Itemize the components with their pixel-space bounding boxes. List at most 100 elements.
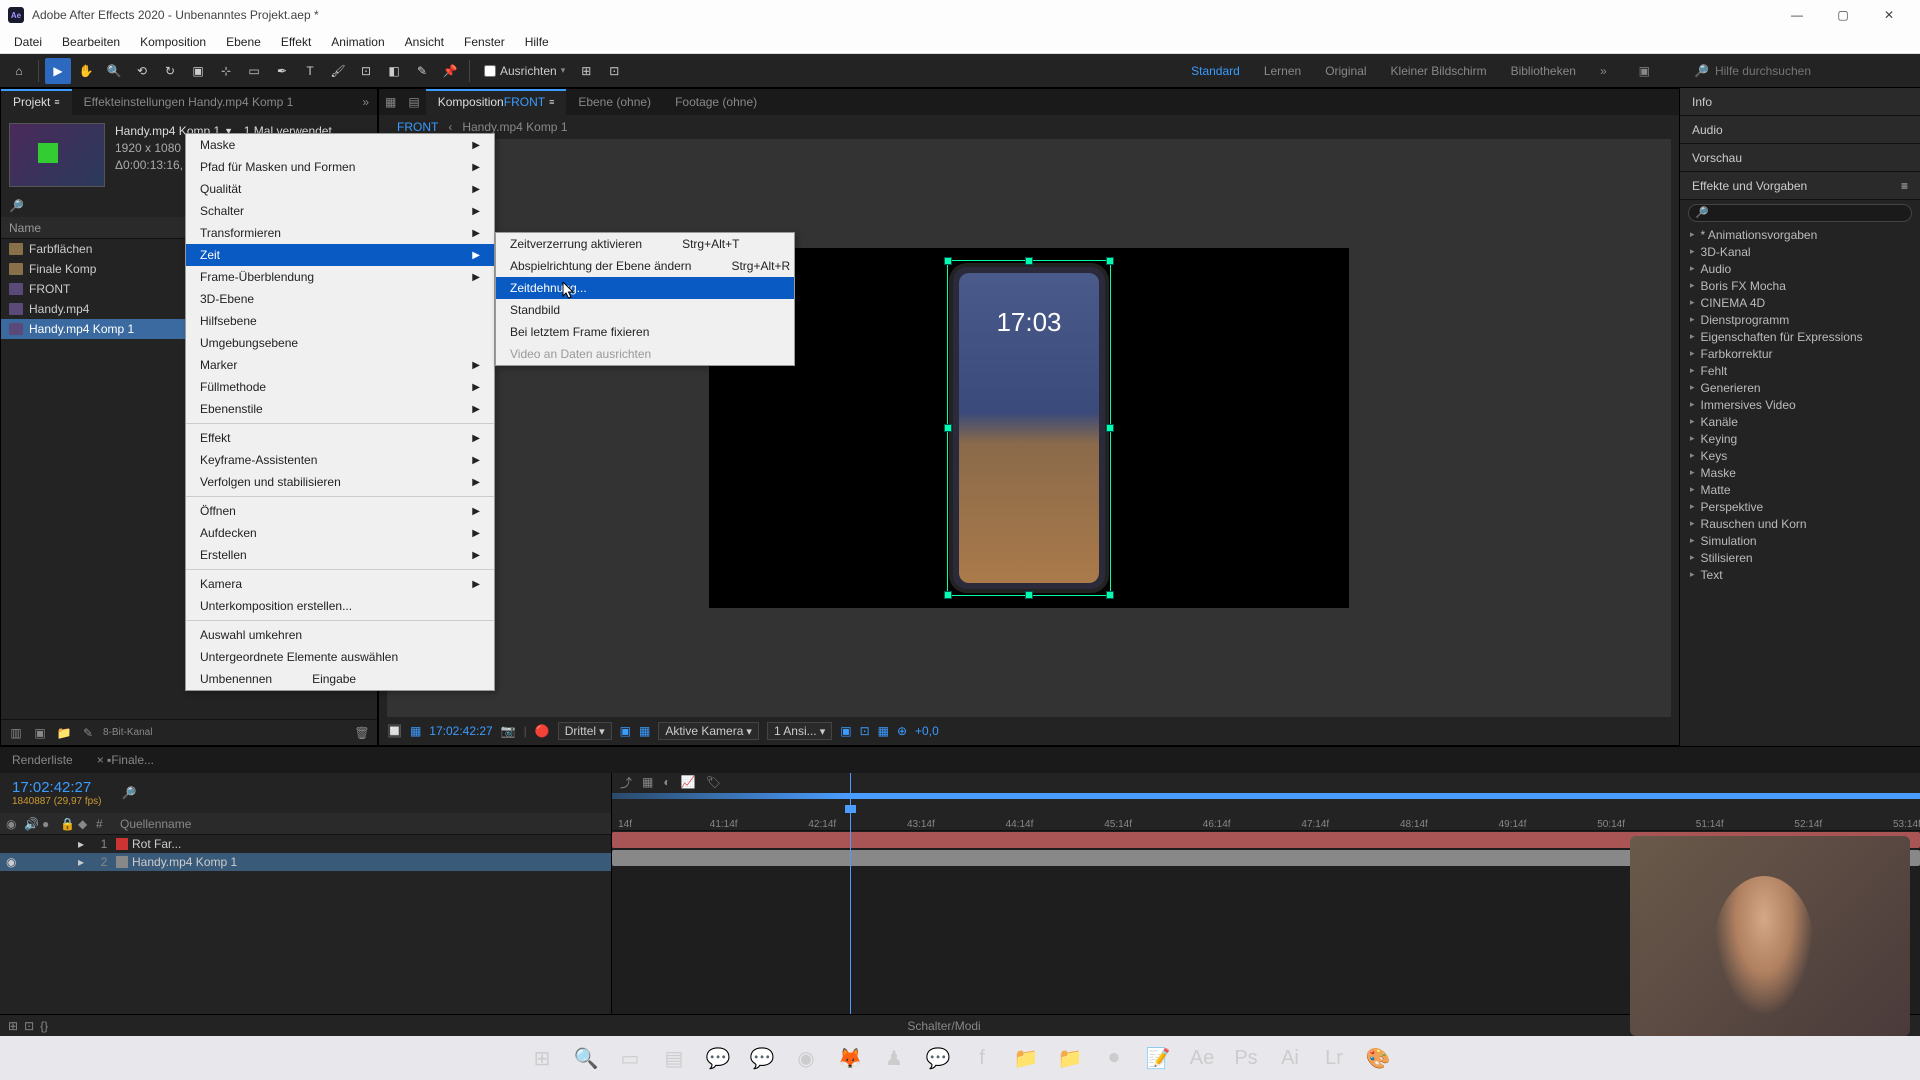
taskbar-app-icon[interactable]: 🦊 (830, 1038, 870, 1078)
menu-item[interactable]: Aufdecken▶ (186, 522, 494, 544)
maximize-button[interactable]: ▢ (1820, 0, 1866, 30)
workspace-standard[interactable]: Standard (1191, 64, 1240, 78)
stamp-tool-icon[interactable]: ⊡ (353, 58, 379, 84)
effect-category[interactable]: ▸Keying (1680, 430, 1920, 447)
tag-icon[interactable]: 🏷 (706, 775, 721, 789)
menu-item[interactable]: Öffnen▶ (186, 500, 494, 522)
menu-item[interactable]: Transformieren▶ (186, 222, 494, 244)
taskbar-app-icon[interactable]: 💬 (742, 1038, 782, 1078)
zoom-tool-icon[interactable]: 🔍 (101, 58, 127, 84)
tab-footage[interactable]: Footage (ohne) (663, 89, 769, 115)
taskbar-app-icon[interactable]: 📁 (1006, 1038, 1046, 1078)
effect-category[interactable]: ▸Keys (1680, 447, 1920, 464)
taskbar-app-icon[interactable]: ♟ (874, 1038, 914, 1078)
panel-tab-vorschau[interactable]: Vorschau (1680, 144, 1920, 172)
effect-category[interactable]: ▸3D-Kanal (1680, 243, 1920, 260)
menu-hilfe[interactable]: Hilfe (515, 35, 559, 49)
trash-icon[interactable]: 🗑 (353, 724, 371, 742)
taskbar-app-icon[interactable]: Lr (1314, 1038, 1354, 1078)
taskbar-app-icon[interactable]: ◉ (786, 1038, 826, 1078)
menu-item[interactable]: Ebenenstile▶ (186, 398, 494, 420)
guides-icon[interactable]: ▣ (840, 724, 851, 738)
anchor-tool-icon[interactable]: ⊹ (213, 58, 239, 84)
effect-category[interactable]: ▸Kanäle (1680, 413, 1920, 430)
playhead[interactable] (850, 773, 851, 1014)
effect-category[interactable]: ▸Simulation (1680, 532, 1920, 549)
effect-category[interactable]: ▸Text (1680, 566, 1920, 583)
menu-animation[interactable]: Animation (321, 35, 394, 49)
effect-category[interactable]: ▸CINEMA 4D (1680, 294, 1920, 311)
menu-item[interactable]: 3D-Ebene (186, 288, 494, 310)
submenu-item[interactable]: Standbild (496, 299, 794, 321)
col-source[interactable]: Quellenname (120, 817, 605, 831)
taskbar-app-icon[interactable]: 🎨 (1358, 1038, 1398, 1078)
snapshot-icon[interactable]: 📷 (501, 724, 516, 738)
pen-tool-icon[interactable]: ✒ (269, 58, 295, 84)
effect-category[interactable]: ▸Immersives Video (1680, 396, 1920, 413)
minimize-button[interactable]: — (1774, 0, 1820, 30)
effect-category[interactable]: ▸* Animationsvorgaben (1680, 226, 1920, 243)
effect-category[interactable]: ▸Boris FX Mocha (1680, 277, 1920, 294)
viewer[interactable]: 17:03 (387, 139, 1671, 717)
roi-icon[interactable]: ▣ (620, 724, 631, 738)
panel-menu-icon[interactable]: ≡ (1901, 179, 1908, 193)
toggle-switches-icon[interactable]: ⊞ (8, 1019, 18, 1033)
effect-category[interactable]: ▸Dienstprogramm (1680, 311, 1920, 328)
menu-item[interactable]: Kamera▶ (186, 573, 494, 595)
menu-item[interactable]: Erstellen▶ (186, 544, 494, 566)
selection-tool-icon[interactable]: ▶ (45, 58, 71, 84)
menu-item[interactable]: Frame-Überblendung▶ (186, 266, 494, 288)
panel-toggle-icon[interactable]: ▣ (1639, 64, 1650, 78)
new-folder-icon[interactable]: 📁 (55, 724, 73, 742)
col-name[interactable]: Name (9, 221, 41, 235)
tab-effect-settings[interactable]: Effekteinstellungen Handy.mp4 Komp 1 (72, 89, 306, 115)
workspace-more-icon[interactable]: » (1600, 64, 1607, 78)
effect-category[interactable]: ▸Maske (1680, 464, 1920, 481)
taskbar-app-icon[interactable]: Ps (1226, 1038, 1266, 1078)
timeline-layer[interactable]: ▸1Rot Far... (0, 835, 611, 853)
effect-category[interactable]: ▸Farbkorrektur (1680, 345, 1920, 362)
mask-icon[interactable]: ⊡ (860, 724, 870, 738)
view-dropdown[interactable]: 1 Ansi... ▾ (767, 722, 832, 740)
timecode-icon[interactable]: ⊕ (897, 724, 907, 738)
close-button[interactable]: ✕ (1866, 0, 1912, 30)
camera-dropdown[interactable]: Aktive Kamera ▾ (658, 722, 759, 740)
resolution-dropdown[interactable]: Drittel ▾ (558, 722, 612, 740)
help-search[interactable]: 🔎 (1694, 64, 1914, 78)
effects-search-input[interactable] (1688, 204, 1912, 222)
current-timecode[interactable]: 17:02:42:27 (12, 779, 102, 796)
puppet-tool-icon[interactable]: 📌 (437, 58, 463, 84)
toggle-expand-icon[interactable]: ⊡ (24, 1019, 34, 1033)
comp-flow-icon[interactable]: ▦ (379, 95, 402, 109)
new-comp-icon[interactable]: ▣ (31, 724, 49, 742)
submenu-item[interactable]: Bei letztem Frame fixieren (496, 321, 794, 343)
workspace-kleiner bildschirm[interactable]: Kleiner Bildschirm (1391, 64, 1487, 78)
panel-menu-icon[interactable]: » (354, 95, 377, 109)
tab-render-queue[interactable]: Renderliste (0, 747, 85, 773)
breadcrumb-next[interactable]: Handy.mp4 Komp 1 (462, 120, 567, 134)
effect-category[interactable]: ▸Rauschen und Korn (1680, 515, 1920, 532)
menu-item[interactable]: Füllmethode▶ (186, 376, 494, 398)
menu-item[interactable]: Keyframe-Assistenten▶ (186, 449, 494, 471)
snap-grid-icon[interactable]: ⊡ (601, 58, 627, 84)
menu-item[interactable]: Umgebungsebene (186, 332, 494, 354)
breadcrumb-current[interactable]: FRONT (397, 120, 438, 134)
taskbar-app-icon[interactable]: f (962, 1038, 1002, 1078)
exposure-value[interactable]: +0,0 (915, 724, 939, 738)
channel-icon[interactable]: 🔴 (535, 724, 550, 738)
workspace-original[interactable]: Original (1325, 64, 1366, 78)
search-icon[interactable]: 🔎 (9, 199, 24, 213)
home-icon[interactable]: ⌂ (6, 58, 32, 84)
panel-tab-effekte-und-vorgaben[interactable]: Effekte und Vorgaben≡ (1680, 172, 1920, 200)
menu-item[interactable]: Maske▶ (186, 134, 494, 156)
effect-category[interactable]: ▸Stilisieren (1680, 549, 1920, 566)
menu-item[interactable]: UmbenennenEingabe (186, 668, 494, 690)
taskbar-app-icon[interactable]: ⊞ (522, 1038, 562, 1078)
eraser-tool-icon[interactable]: ◧ (381, 58, 407, 84)
effect-category[interactable]: ▸Perspektive (1680, 498, 1920, 515)
res-icon[interactable]: ▦ (410, 724, 421, 738)
effect-category[interactable]: ▸Eigenschaften für Expressions (1680, 328, 1920, 345)
motion-blur-icon[interactable]: ◐ (663, 775, 670, 789)
taskbar-app-icon[interactable]: ⏺ (1094, 1038, 1134, 1078)
help-search-input[interactable] (1715, 64, 1914, 78)
